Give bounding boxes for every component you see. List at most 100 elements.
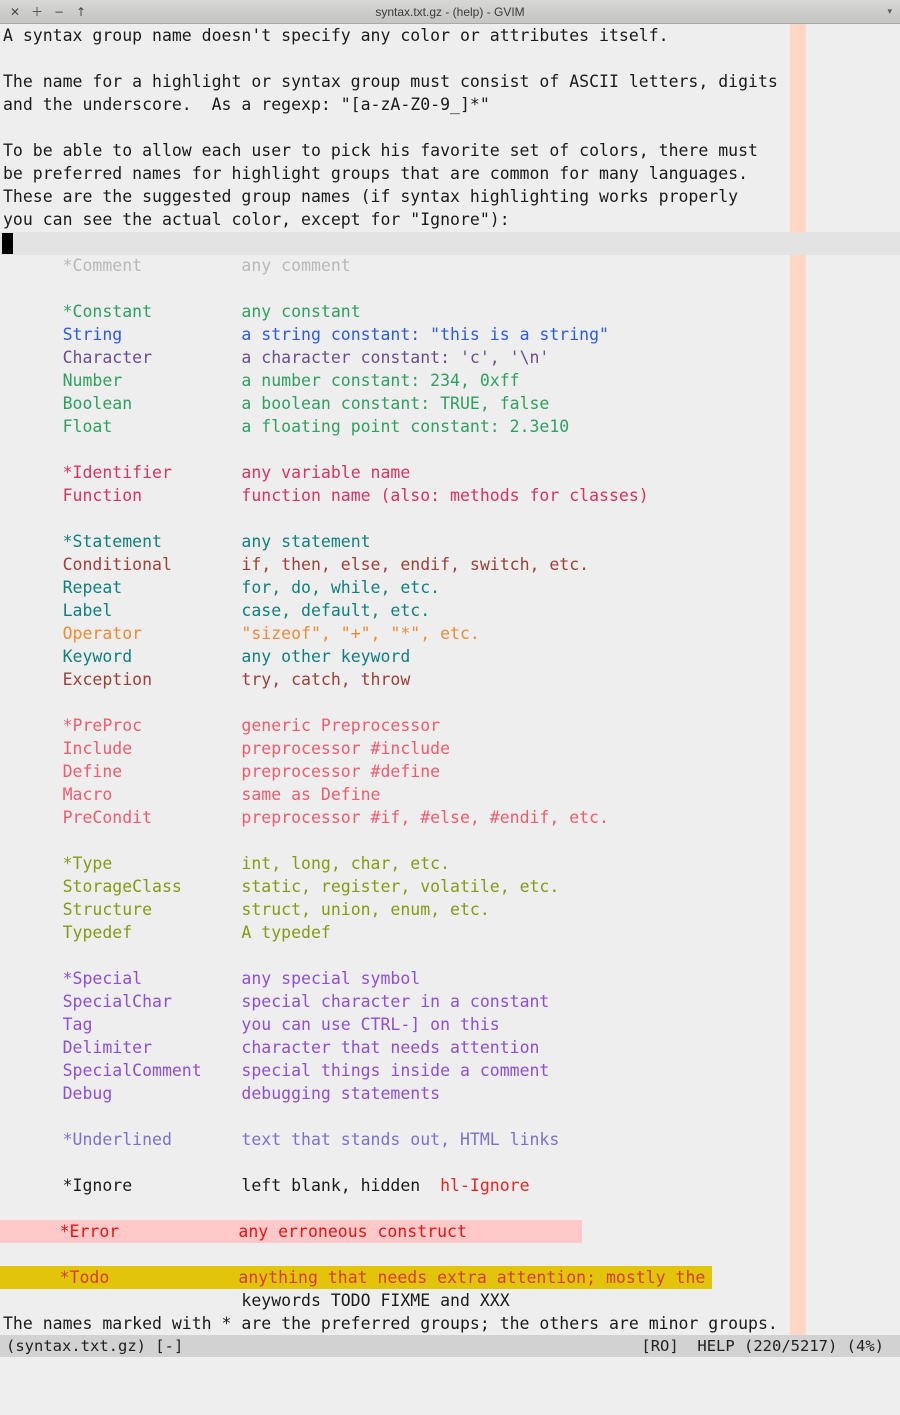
- syntax-group-description: preprocessor #define: [241, 762, 441, 781]
- intro-line: These are the suggested group names (if …: [3, 187, 739, 206]
- maximize-icon[interactable]: ＋: [26, 2, 48, 22]
- syntax-group-name: Boolean: [3, 394, 242, 413]
- syntax-group-row-identifier: *Identifier any variable name: [0, 461, 900, 484]
- intro-line: you can see the actual color, except for…: [3, 210, 510, 229]
- syntax-group-description: A typedef: [241, 923, 331, 942]
- syntax-group-description: special character in a constant: [241, 992, 550, 1011]
- syntax-group-name: Character: [3, 348, 242, 367]
- syntax-group-row-statement: *Statement any statement: [0, 530, 900, 553]
- syntax-group-name: Function: [3, 486, 242, 505]
- syntax-group-name: *Type: [3, 854, 242, 873]
- syntax-group-name: *Todo: [0, 1268, 239, 1287]
- syntax-group-row-include: Include preprocessor #include: [0, 737, 900, 760]
- syntax-group-continuation-todo: keywords TODO FIXME and XXX: [3, 1291, 510, 1310]
- titlebar-right: ▾: [887, 7, 900, 16]
- cursor-blank-line: [0, 231, 900, 254]
- syntax-group-row-tag: Tag you can use CTRL-] on this: [0, 1013, 900, 1036]
- syntax-group-description: you can use CTRL-] on this: [241, 1015, 500, 1034]
- syntax-group-row-specialchar: SpecialChar special character in a const…: [0, 990, 900, 1013]
- syntax-group-name: *Constant: [3, 302, 242, 321]
- syntax-group-row-delimiter: Delimiter character that needs attention: [0, 1036, 900, 1059]
- intro-line: A syntax group name doesn't specify any …: [3, 26, 669, 45]
- syntax-group-description: a string constant: "this is a string": [241, 325, 609, 344]
- syntax-group-row-constant: *Constant any constant: [0, 300, 900, 323]
- syntax-group-row-repeat: Repeat for, do, while, etc.: [0, 576, 900, 599]
- syntax-group-row-operator: Operator "sizeof", "+", "*", etc.: [0, 622, 900, 645]
- syntax-group-name: String: [3, 325, 242, 344]
- syntax-group-row-character: Character a character constant: 'c', '\n…: [0, 346, 900, 369]
- syntax-group-description: try, catch, throw: [241, 670, 411, 689]
- syntax-group-row-error: *Error any erroneous construct: [0, 1220, 582, 1243]
- syntax-group-description: same as Define: [241, 785, 381, 804]
- intro-line: To be able to allow each user to pick hi…: [3, 141, 758, 160]
- syntax-group-description: case, default, etc.: [241, 601, 431, 620]
- close-icon[interactable]: ✕: [4, 2, 26, 22]
- window-title: syntax.txt.gz - (help) - GVIM: [375, 4, 525, 19]
- syntax-group-name: *Statement: [3, 532, 242, 551]
- shade-up-icon[interactable]: ↑: [70, 2, 92, 22]
- syntax-group-name: Structure: [3, 900, 242, 919]
- intro-line: be preferred names for highlight groups …: [3, 164, 749, 183]
- help-tag-link[interactable]: hl-Ignore: [440, 1176, 529, 1195]
- syntax-group-name: *PreProc: [3, 716, 242, 735]
- syntax-group-name: Float: [3, 417, 242, 436]
- syntax-group-description: for, do, while, etc.: [241, 578, 441, 597]
- syntax-group-row-wrapper-error: *Error any erroneous construct: [0, 1220, 900, 1243]
- syntax-group-name: *Special: [3, 969, 242, 988]
- command-line[interactable]: [0, 1357, 900, 1387]
- syntax-group-name: Define: [3, 762, 242, 781]
- syntax-group-row-debug: Debug debugging statements: [0, 1082, 900, 1105]
- syntax-group-name: Number: [3, 371, 242, 390]
- syntax-group-list: *Comment any comment *Constant any const…: [0, 254, 900, 1312]
- syntax-group-row-exception: Exception try, catch, throw: [0, 668, 900, 691]
- syntax-group-description: function name (also: methods for classes…: [241, 486, 649, 505]
- syntax-group-name: Typedef: [3, 923, 242, 942]
- syntax-group-description: special things inside a comment: [241, 1061, 550, 1080]
- syntax-group-name: Exception: [3, 670, 242, 689]
- editor-text-area[interactable]: A syntax group name doesn't specify any …: [0, 24, 900, 1387]
- syntax-group-name: Operator: [3, 624, 242, 643]
- syntax-group-description: any variable name: [241, 463, 411, 482]
- syntax-group-name: Debug: [3, 1084, 242, 1103]
- syntax-group-row-define: Define preprocessor #define: [0, 760, 900, 783]
- syntax-group-description: int, long, char, etc.: [241, 854, 451, 873]
- syntax-group-row-conditional: Conditional if, then, else, endif, switc…: [0, 553, 900, 576]
- syntax-group-name: *Comment: [3, 256, 242, 275]
- syntax-group-name: Repeat: [3, 578, 242, 597]
- syntax-group-row-precondit: PreCondit preprocessor #if, #else, #endi…: [0, 806, 900, 829]
- status-line: (syntax.txt.gz) [-] [RO] HELP (220/5217)…: [0, 1335, 900, 1357]
- syntax-group-name: StorageClass: [3, 877, 242, 896]
- syntax-group-row-function: Function function name (also: methods fo…: [0, 484, 900, 507]
- syntax-group-name: *Ignore: [3, 1176, 242, 1195]
- syntax-group-name: *Underlined: [3, 1130, 242, 1149]
- syntax-group-row-comment: *Comment any comment: [0, 254, 900, 277]
- status-file-info: (syntax.txt.gz) [-]: [6, 1337, 184, 1355]
- window-controls: ✕ ＋ − ↑: [0, 2, 92, 22]
- syntax-group-description: if, then, else, endif, switch, etc.: [241, 555, 590, 574]
- syntax-group-description: any statement: [241, 532, 371, 551]
- minimize-icon[interactable]: −: [48, 2, 70, 22]
- syntax-group-row-specialcomment: SpecialComment special things inside a c…: [0, 1059, 900, 1082]
- syntax-group-row-keyword: Keyword any other keyword: [0, 645, 900, 668]
- chevron-down-icon[interactable]: ▾: [887, 7, 892, 16]
- syntax-group-description: a number constant: 234, 0xff: [241, 371, 520, 390]
- syntax-group-row-float: Float a floating point constant: 2.3e10: [0, 415, 900, 438]
- intro-line: The name for a highlight or syntax group…: [3, 72, 778, 91]
- syntax-group-row-structure: Structure struct, union, enum, etc.: [0, 898, 900, 921]
- syntax-group-description: a floating point constant: 2.3e10: [241, 417, 570, 436]
- syntax-group-name: Include: [3, 739, 242, 758]
- syntax-group-row-label: Label case, default, etc.: [0, 599, 900, 622]
- gvim-window: ✕ ＋ − ↑ syntax.txt.gz - (help) - GVIM ▾ …: [0, 0, 900, 1415]
- syntax-group-description: text that stands out, HTML links: [241, 1130, 560, 1149]
- syntax-group-row-string: String a string constant: "this is a str…: [0, 323, 900, 346]
